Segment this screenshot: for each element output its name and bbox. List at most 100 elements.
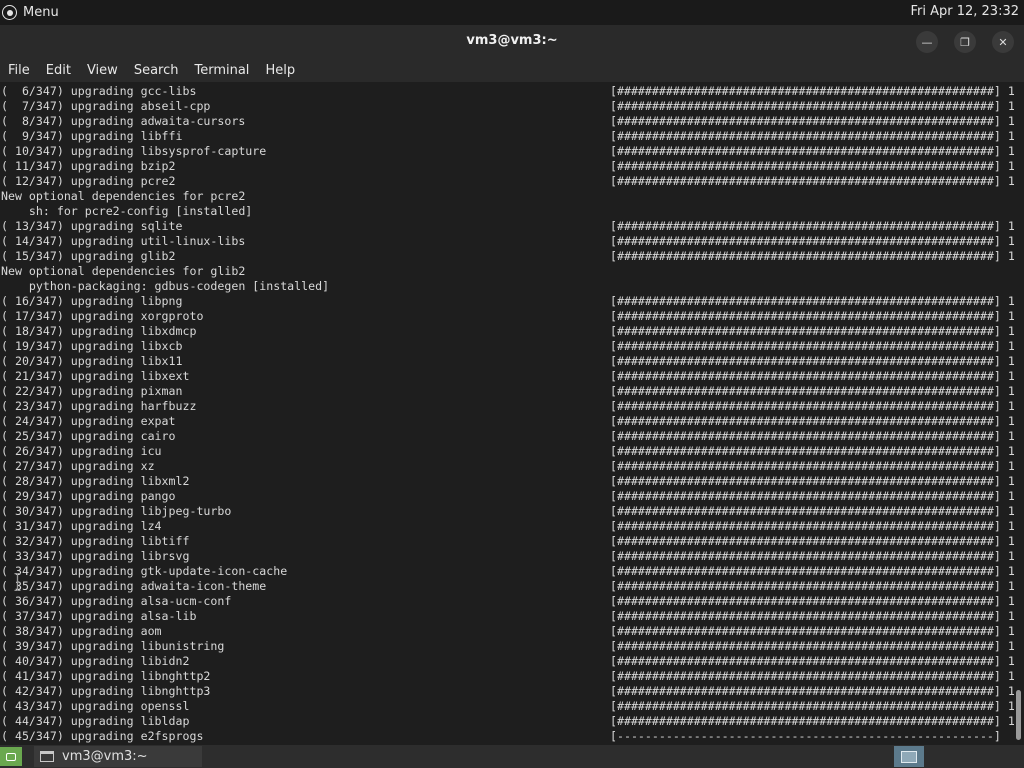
start-menu-button[interactable] [0,747,22,766]
menu-terminal[interactable]: Terminal [186,63,257,78]
terminal-line: ( 8/347) upgrading adwaita-cursors [1,114,246,128]
progress-bar-text: [#######################################… [610,579,1024,593]
terminal-line: ( 13/347) upgrading sqlite [1,219,183,233]
terminal-line: ( 15/347) upgrading glib2 [1,249,176,263]
taskbar: vm3@vm3:~ [0,745,1024,768]
terminal-line: ( 14/347) upgrading util-linux-libs [1,234,246,248]
close-button[interactable]: ✕ [992,31,1014,53]
scrollbar-thumb[interactable] [1016,690,1021,740]
window-title: vm3@vm3:~ [466,33,558,48]
terminal-line: ( 40/347) upgrading libidn2 [1,654,190,668]
terminal-line: ( 45/347) upgrading e2fsprogs [1,729,204,743]
terminal-window-icon [40,751,54,762]
terminal-line: ( 38/347) upgrading aom [1,624,162,638]
text-cursor-icon [14,573,21,591]
progress-bar-text: [#######################################… [610,159,1024,173]
progress-bar-text: [#######################################… [610,114,1024,128]
terminal-line: ( 36/347) upgrading alsa-ucm-conf [1,594,232,608]
terminal-line: ( 43/347) upgrading openssl [1,699,190,713]
progress-bar-text: [#######################################… [610,324,1024,338]
menu-file[interactable]: File [0,63,38,78]
terminal-line: ( 19/347) upgrading libxcb [1,339,183,353]
progress-bar-text: [---------------------------------------… [610,729,1024,743]
restore-button[interactable]: ❐ [954,31,976,53]
terminal-line: ( 29/347) upgrading pango [1,489,176,503]
terminal-line: New optional dependencies for pcre2 [1,189,246,203]
terminal-line: ( 35/347) upgrading adwaita-icon-theme [1,579,267,593]
terminal-line: ( 37/347) upgrading alsa-lib [1,609,197,623]
top-panel: Menu Fri Apr 12, 23:32 [0,0,1024,25]
progress-bar-text: [#######################################… [610,219,1024,233]
terminal-line: ( 10/347) upgrading libsysprof-capture [1,144,267,158]
progress-bar-text: [#######################################… [610,504,1024,518]
menu-edit[interactable]: Edit [38,63,79,78]
terminal-line: ( 17/347) upgrading xorgproto [1,309,204,323]
progress-bar-text: [#######################################… [610,609,1024,623]
terminal-line: ( 22/347) upgrading pixman [1,384,183,398]
progress-bar-text: [#######################################… [610,249,1024,263]
menu-view[interactable]: View [79,63,126,78]
terminal-line: ( 25/347) upgrading cairo [1,429,176,443]
show-desktop-button[interactable] [894,746,924,767]
terminal-line: ( 41/347) upgrading libnghttp2 [1,669,211,683]
terminal-line: ( 31/347) upgrading lz4 [1,519,162,533]
terminal-line: ( 39/347) upgrading libunistring [1,639,225,653]
terminal-line: ( 32/347) upgrading libtiff [1,534,190,548]
progress-bar-text: [#######################################… [610,684,1024,698]
terminal-output[interactable]: ( 6/347) upgrading gcc-libs [############… [0,82,1024,745]
menu-label: Menu [23,5,59,20]
progress-bar-text: [#######################################… [610,174,1024,188]
progress-bar-text: [#######################################… [610,474,1024,488]
terminal-line: ( 27/347) upgrading xz [1,459,155,473]
terminal-line: New optional dependencies for glib2 [1,264,246,278]
progress-bar-text: [#######################################… [610,429,1024,443]
progress-bar-text: [#######################################… [610,414,1024,428]
progress-bar-text: [#######################################… [610,699,1024,713]
terminal-line: ( 9/347) upgrading libffi [1,129,183,143]
terminal-line: sh: for pcre2-config [installed] [1,204,253,218]
terminal-line: ( 12/347) upgrading pcre2 [1,174,176,188]
progress-bar-text: [#######################################… [610,489,1024,503]
minimize-icon: — [921,35,933,49]
menu-help[interactable]: Help [257,63,303,78]
terminal-line: ( 7/347) upgrading abseil-cpp [1,99,211,113]
progress-bar-text: [#######################################… [610,624,1024,638]
terminal-line: ( 42/347) upgrading libnghttp3 [1,684,211,698]
taskbar-item-terminal[interactable]: vm3@vm3:~ [34,746,202,767]
progress-bar-text: [#######################################… [610,354,1024,368]
progress-bar-text: [#######################################… [610,369,1024,383]
progress-bar-text: [#######################################… [610,714,1024,728]
scrollbar[interactable] [1014,82,1024,745]
menu-icon [6,752,16,761]
menu-search[interactable]: Search [126,63,187,78]
terminal-line: ( 26/347) upgrading icu [1,444,162,458]
progress-bar-text: [#######################################… [610,444,1024,458]
desktop-icon [901,750,917,763]
progress-bar-text: [#######################################… [610,519,1024,533]
progress-bar-text: [#######################################… [610,309,1024,323]
clock[interactable]: Fri Apr 12, 23:32 [910,4,1019,19]
progress-bar-text: [#######################################… [610,129,1024,143]
terminal-line: ( 6/347) upgrading gcc-libs [1,84,197,98]
progress-bar-text: [#######################################… [610,669,1024,683]
menu-bar: File Edit View Search Terminal Help [0,58,1024,82]
terminal-line: python-packaging: gdbus-codegen [install… [1,279,330,293]
progress-bar-text: [#######################################… [610,399,1024,413]
window-titlebar[interactable]: vm3@vm3:~ — ❐ ✕ [0,25,1024,58]
minimize-button[interactable]: — [916,31,938,53]
progress-bar-text: [#######################################… [610,639,1024,653]
terminal-line: ( 21/347) upgrading libxext [1,369,190,383]
progress-bar-text: [#######################################… [610,549,1024,563]
progress-bar-text: [#######################################… [610,564,1024,578]
terminal-line: ( 44/347) upgrading libldap [1,714,190,728]
progress-bar-text: [#######################################… [610,339,1024,353]
terminal-line: ( 11/347) upgrading bzip2 [1,159,176,173]
terminal-line: ( 30/347) upgrading libjpeg-turbo [1,504,232,518]
progress-bar-text: [#######################################… [610,594,1024,608]
progress-bar-text: [#######################################… [610,384,1024,398]
terminal-line: ( 20/347) upgrading libx11 [1,354,183,368]
menu-button[interactable]: Menu [2,3,59,22]
progress-bar-text: [#######################################… [610,294,1024,308]
terminal-line: ( 24/347) upgrading expat [1,414,176,428]
close-icon: ✕ [998,35,1008,49]
